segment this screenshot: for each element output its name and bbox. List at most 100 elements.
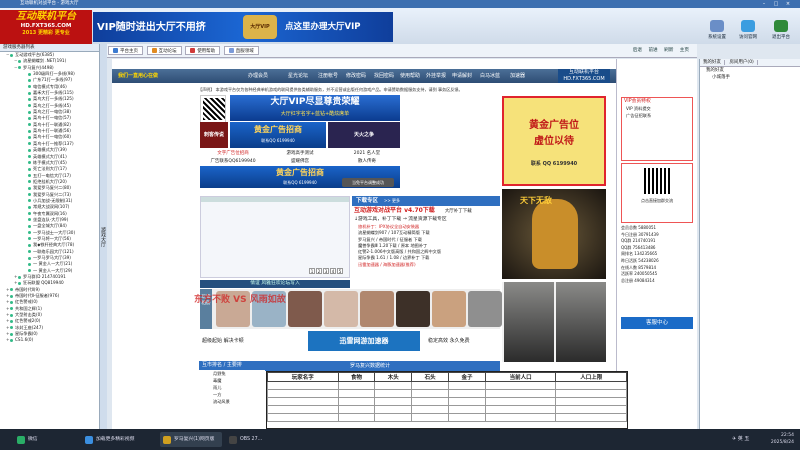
tab-direct[interactable]: 直服领域 [223,46,259,55]
stats-column-header[interactable]: 人口上限 [555,372,627,382]
site-menu-item[interactable]: 加速器 [510,69,525,83]
download-item[interactable]: 迅雷加速器 / 海豚加速器(推荐) [352,262,500,268]
player-photo[interactable] [468,291,502,327]
page-number[interactable]: 3 [323,268,329,274]
table-cell [448,389,486,398]
visit-website-button[interactable]: 访问官网 [733,20,763,40]
player-photo[interactable] [432,291,466,327]
app-icon [229,436,237,444]
stats-column-header[interactable]: 食物 [337,372,376,382]
gold-ad-vacant[interactable]: 黄金广告位 虚位以待 联系 QQ 6199940 [502,96,606,186]
site-logo[interactable]: 互动联机平台 HD.FXT365.COM [558,69,610,83]
ranking-item[interactable]: 一方 [199,391,265,398]
site-menu-item[interactable]: 外挂举报 [426,69,446,83]
forum-screenshot[interactable]: 12345 [200,196,350,278]
more-link[interactable]: >> 更多 [384,198,400,203]
stats-column-header[interactable]: 木头 [374,372,413,382]
patch-download-link[interactable]: 大厅补丁下载 [445,207,472,216]
tab-help[interactable]: 使用帮助 [185,46,221,55]
close-icon[interactable]: × [784,1,792,7]
table-row [267,397,627,406]
server-status-icon [28,262,31,266]
table-cell [555,381,627,390]
player-photo[interactable] [360,291,394,327]
server-tree-label: 一盘全城大厅(84) [33,223,67,229]
server-tree-label: 一联络乐园大厅(121) [33,248,74,254]
exit-platform-button[interactable]: 退出平台 [766,20,796,40]
server-tree-label: 我◆铁杆经典大厅(78) [33,242,75,248]
friends-panel: 我的好友 房间用户(0) 我的好友 小城落手 [699,59,800,429]
back-button[interactable]: 后退 [633,48,642,53]
platform-download-label: 互动游戏对战平台 v4.70下载 [354,207,435,214]
ranking-item[interactable]: 月野兔 [199,370,265,377]
minimize-icon[interactable]: – [760,1,768,7]
home-button[interactable]: 主页 [680,48,689,53]
ranking-item[interactable]: 毒魔 [199,377,265,384]
page-number[interactable]: 1 [309,268,315,274]
site-menu-item[interactable]: 使用帮助 [400,69,420,83]
server-tree-label: 拒绝挂机大厅(20) [33,178,67,184]
site-menu-item[interactable]: 办理会员 [248,69,268,83]
site-menu-item[interactable]: 白马冰蓝 [480,69,500,83]
stats-column-header[interactable]: 石头 [411,372,450,382]
system-settings-button[interactable]: 系统设置 [702,20,732,40]
server-tree-label: 帝国时代Ⅱ-征服者(976) [15,293,60,299]
site-menu-item[interactable]: 申请解封 [452,69,472,83]
player-photo[interactable] [324,291,358,327]
exit-icon [774,20,788,32]
site-stat: QQ群 214740191 [621,238,656,244]
customer-service-button[interactable]: 客服中心 [621,317,693,329]
site-menu-item[interactable]: 星光论坛 [288,69,308,83]
ranking-item[interactable]: 雨儿 [199,384,265,391]
platform-logo[interactable]: 互动联机平台 HD.FXT365.COM 2013 更精彩 更专业 [0,10,92,44]
page-number[interactable]: 2 [316,268,322,274]
server-tree-label: 帝国时代Ⅱ(9) [15,286,40,292]
player-photo[interactable] [288,291,322,327]
tab-home[interactable]: 平台主页 [108,46,143,55]
header-area: 互动联机平台 HD.FXT365.COM 2013 更精彩 更专业 VIP随时进… [0,8,800,44]
stats-column-header[interactable]: 玩家名字 [267,372,339,382]
game-ad-assassin[interactable]: 刺客传说 [200,122,228,148]
taskbar-app[interactable]: 罗马复兴(1)网页版 [160,432,222,447]
refresh-button[interactable]: 刷新 [664,48,673,53]
stats-column-header[interactable]: 金子 [448,372,486,382]
vip-promo-banner[interactable]: 大厅VIP尽显尊贵荣耀 大厅红字名字+蓝钻+酷炫席单 [230,95,400,121]
tab-my-friends[interactable]: 我的好友 [700,60,725,65]
friend-item[interactable]: 小城落手 [700,74,800,81]
site-menu-item[interactable]: 注册帐号 [318,69,338,83]
site-menu-item[interactable]: 找回密码 [374,69,394,83]
vip-privilege-item[interactable]: 广告征招联系 [622,112,692,119]
game-ad-fire[interactable]: 天火之争 [328,122,400,148]
accelerator-ad[interactable]: 超级起始 解决卡顿 迅雷网游加速器 稳定高效 永久免费 [200,331,500,353]
page-number[interactable]: 5 [337,268,343,274]
server-status-icon [28,237,31,241]
game-promo-art[interactable]: 天下无敌 [502,189,606,279]
player-photo[interactable] [396,291,430,327]
vs-overlay-text: 东方不败 VS 风雨如故 [194,295,286,305]
taskbar-app[interactable]: OBS 27... [226,432,276,447]
server-tree-item[interactable]: + CS1.6(0) [4,337,99,343]
taskbar-app[interactable]: 微信 [14,432,54,447]
platform-download[interactable]: 互动游戏对战平台 v4.70下载 大厅补丁下载 [352,206,500,216]
server-tree-label: 星际争霸(0) [15,331,38,337]
forum-caption[interactable]: 情谊 风雅狂欢论坛写入 [200,280,350,288]
group-qr-box[interactable]: 点击直接加群交流 [621,163,693,223]
system-tray[interactable]: ✈ 英 五 [732,432,749,447]
vip-banner[interactable]: VIP随时进出大厅不用挤 大厅VIP 点这里办理大厅VIP [93,12,393,42]
friend-group[interactable]: 我的好友 [700,67,800,74]
stats-column-header[interactable]: 当前人口 [484,372,557,382]
taskbar-app[interactable]: 加载更多精彩视频 [82,432,152,447]
site-menu-item[interactable]: 修改密码 [346,69,366,83]
page-number[interactable]: 4 [330,268,336,274]
maximize-icon[interactable]: □ [772,1,780,7]
clothing-ad[interactable] [502,282,606,362]
vip-privilege-item[interactable]: VIP 资料提交 [622,105,692,112]
lobby-side-tab[interactable]: 游戏大厅 [100,44,107,429]
ranking-item[interactable]: 流动风景 [199,398,265,405]
gold-ad-1[interactable]: 黄金广告招商 联系QQ 6199940 [230,122,326,148]
tab-forum[interactable]: 互动论坛 [146,46,182,55]
forward-button[interactable]: 前进 [648,48,657,53]
help-icon [190,48,196,53]
tab-room-users[interactable]: 房间用户(0) [726,60,758,65]
server-tree-label: 一罗马战士一大厅(30) [33,229,76,235]
